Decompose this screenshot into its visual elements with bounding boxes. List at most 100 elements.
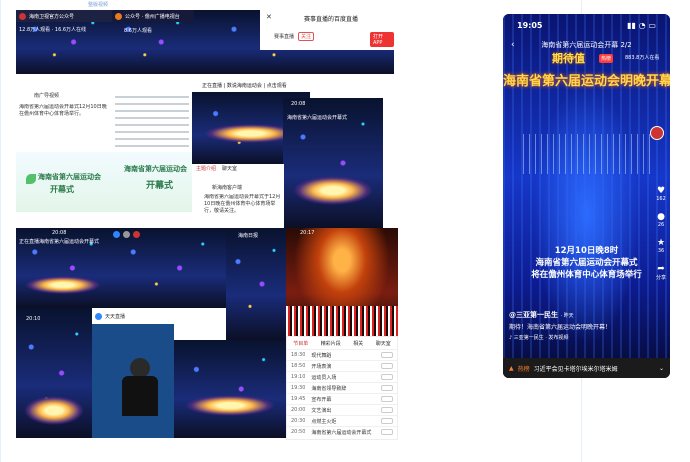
tile8-time: 20:08 bbox=[52, 230, 67, 236]
tile8-title: 正在直播海南省第六届运动会开幕式 bbox=[19, 239, 100, 245]
schedule-row-time: 20:30 bbox=[291, 418, 306, 424]
schedule-row[interactable]: 19:30 海南省领导致辞 bbox=[287, 382, 397, 393]
comment-count: 26 bbox=[657, 222, 665, 228]
phone-caption-3: 将在儋州体育中心体育场举行 bbox=[531, 270, 642, 280]
phone-hot-bar[interactable]: ▲ 热榜 习近平会见卡塔尔埃米尔塔米姆 ⌄ bbox=[503, 358, 670, 378]
tile3-open-app-button[interactable]: 打开APP bbox=[370, 32, 394, 47]
top-label: 整版视频 bbox=[88, 2, 109, 8]
tile-new-hainan-client[interactable]: 主题介绍 聊天室 新海南客户端 海南省第六届运动会开幕式于12月10日晚在儋州体… bbox=[192, 164, 284, 228]
tile-article-nanguang[interactable]: 南广导视频 海南省第六届运动会开幕式12月10日晚在儋州体育中心体育场举行。 海… bbox=[16, 90, 112, 224]
phone-share[interactable]: ➦ 分享 bbox=[656, 264, 666, 281]
tile4-text: 海南省第六届运动会开幕式12月10日晚在儋州体育中心体育场举行。 bbox=[19, 104, 107, 117]
tile4-account: 南广导视频 bbox=[34, 93, 60, 99]
schedule-panel: 节目单 精彩片段 相关 聊天室 18:30 现代舞蹈 18:50 开场表演 19:10 运… bbox=[286, 336, 398, 440]
schedule-row[interactable]: 19:10 运动员入场 bbox=[287, 371, 397, 382]
tile-fireworks[interactable]: 20:17 bbox=[286, 228, 398, 336]
tile-hainan-daily[interactable]: 海南日报 bbox=[226, 228, 286, 340]
tile7-account: 新海南客户端 bbox=[212, 185, 243, 191]
phone-bottom-text: 习近平会见卡塔尔埃米尔塔米姆 bbox=[533, 365, 618, 373]
schedule-row-button[interactable] bbox=[381, 396, 393, 402]
tile7-tab-chat[interactable]: 聊天室 bbox=[222, 165, 237, 172]
tile-article-2[interactable]: 海南省第六届运动会 开幕式 bbox=[112, 90, 192, 224]
like-count: 162 bbox=[656, 196, 666, 202]
schedule-row[interactable]: 18:50 开场表演 bbox=[287, 360, 397, 371]
tile2-meta: 8.6万人观看 bbox=[124, 28, 152, 34]
phone-comment[interactable]: ● 26 bbox=[656, 212, 666, 228]
schedule-row-button[interactable] bbox=[381, 385, 393, 391]
tile-danzhou-tv[interactable]: 公众号 · 儋州广播电视台 8.6万人观看 bbox=[112, 10, 194, 74]
phone-author-time: · 昨天 bbox=[560, 313, 574, 319]
phone-author[interactable]: @三亚第一民生 bbox=[509, 311, 558, 319]
tile-press[interactable]: 天天直播 bbox=[92, 308, 174, 438]
schedule-row-button[interactable] bbox=[381, 407, 393, 413]
tile6-time: 20:08 bbox=[291, 101, 306, 107]
tile5-title: 正在直播 | 数说海南运动会 | 点击观看 bbox=[202, 83, 287, 89]
tile-live-stage[interactable] bbox=[110, 228, 226, 308]
tile11-time: 20:10 bbox=[26, 316, 41, 322]
phone-headline: 海南省第六届运动会明晚开幕 bbox=[503, 74, 670, 89]
schedule-row-name: 宣布开幕 bbox=[311, 396, 332, 403]
tile-live-2008[interactable]: 20:08 正在直播海南省第六届运动会开幕式 bbox=[16, 228, 110, 308]
phone-favorite[interactable]: ★ 36 bbox=[656, 238, 666, 254]
poster1-title: 海南省第六届运动会 bbox=[38, 173, 101, 181]
tile7-tab-intro[interactable]: 主题介绍 bbox=[196, 165, 216, 172]
phone-desc: 期待！海南省第六届运动会明晚开幕！ bbox=[509, 324, 612, 331]
schedule-row-name: 开场表演 bbox=[311, 363, 332, 370]
tile2-account: 公众号 · 儋州广播电视台 bbox=[125, 13, 180, 20]
tile3-close-icon[interactable]: ✕ bbox=[266, 13, 272, 21]
phone-caption-1: 12月10日晚8时 bbox=[554, 246, 619, 256]
schedule-row-time: 20:50 bbox=[291, 429, 306, 435]
tile-night-stadium[interactable] bbox=[174, 340, 286, 438]
schedule-row-time: 19:45 bbox=[291, 396, 306, 402]
schedule-row-name: 海南省第六届运动会开幕式 bbox=[311, 429, 372, 436]
phone-time: 19:05 bbox=[517, 20, 543, 30]
schedule-row-time: 18:50 bbox=[291, 363, 306, 369]
schedule-row-button[interactable] bbox=[381, 418, 393, 424]
tile-live-2010[interactable]: 20:10 bbox=[16, 308, 92, 438]
phone-badge: 期待值 bbox=[552, 52, 585, 65]
phone-music-text: 三亚第一民生 · 发布视频 bbox=[513, 335, 569, 341]
tile-hainan-tv[interactable]: 海南卫视官方公众号 12.8万人观看 · 16.6万人在线 bbox=[16, 10, 112, 74]
phone-video[interactable]: 19:05 ▮▮ ◔ ▭ ‹ 海南省第六届运动会开幕 2/2 期待值 热榜 88… bbox=[503, 14, 670, 378]
tile-baidu-live[interactable]: ✕ 赛事直播的百度直播 赛事直播 关注 打开APP bbox=[194, 10, 394, 74]
schedule-tab-list[interactable]: 节目单 bbox=[293, 340, 308, 347]
schedule-row-button[interactable] bbox=[381, 363, 393, 369]
schedule-tab-chat[interactable]: 聊天室 bbox=[376, 340, 391, 347]
schedule-row[interactable]: 18:30 现代舞蹈 bbox=[287, 349, 397, 360]
schedule-row[interactable]: 20:00 文艺演出 bbox=[287, 404, 397, 415]
schedule-tab-related[interactable]: 相关 bbox=[353, 340, 363, 347]
star-icon: ★ bbox=[656, 238, 666, 248]
chevron-down-icon[interactable]: ⌄ bbox=[659, 365, 664, 372]
poster2-sub: 开幕式 bbox=[146, 181, 174, 191]
schedule-row-name: 现代舞蹈 bbox=[311, 352, 332, 359]
tile1-meta: 12.8万人观看 · 16.6万人在线 bbox=[19, 27, 87, 33]
tile-live-stadium[interactable]: 20:08 海南省第六届运动会开幕式 bbox=[283, 98, 383, 228]
fire-icon: ▲ bbox=[509, 364, 514, 372]
schedule-row[interactable]: 20:30 点燃主火炬 bbox=[287, 415, 397, 426]
schedule-row[interactable]: 19:45 宣布开幕 bbox=[287, 393, 397, 404]
tile1-account: 海南卫视官方公众号 bbox=[29, 13, 75, 20]
schedule-row-button[interactable] bbox=[381, 374, 393, 380]
schedule-row-name: 文艺演出 bbox=[311, 407, 332, 414]
tile12-account: 天天直播 bbox=[105, 313, 126, 320]
phone-viewers: 883.8万人在看 bbox=[625, 55, 660, 61]
schedule-row-name: 运动员入场 bbox=[311, 374, 337, 381]
share-icon: ➦ bbox=[657, 264, 665, 274]
schedule-list: 18:30 现代舞蹈 18:50 开场表演 19:10 运动员入场 19:30 海南省领导致辞… bbox=[287, 349, 397, 437]
favorite-count: 36 bbox=[657, 248, 665, 254]
phone-avatar[interactable] bbox=[650, 126, 664, 140]
phone-bottom-hot: 热榜 bbox=[517, 365, 530, 373]
tile9-account: 海南日报 bbox=[238, 233, 259, 239]
schedule-row-time: 18:30 bbox=[291, 352, 306, 358]
tile3-follow-button[interactable]: 关注 bbox=[298, 32, 315, 41]
schedule-tab-highlights[interactable]: 精彩片段 bbox=[321, 340, 341, 347]
phone-hot-badge: 热榜 bbox=[599, 54, 614, 63]
poster2-title: 海南省第六届运动会 bbox=[124, 165, 187, 173]
schedule-row-button[interactable] bbox=[381, 429, 393, 435]
phone-like[interactable]: ♥ 162 bbox=[656, 186, 666, 202]
schedule-row[interactable]: 20:50 海南省第六届运动会开幕式 bbox=[287, 426, 397, 437]
phone-title: 海南省第六届运动会开幕 2/2 bbox=[541, 41, 632, 49]
poster1-sub: 开幕式 bbox=[50, 185, 74, 194]
schedule-row-time: 19:10 bbox=[291, 374, 306, 380]
schedule-row-button[interactable] bbox=[381, 352, 393, 358]
